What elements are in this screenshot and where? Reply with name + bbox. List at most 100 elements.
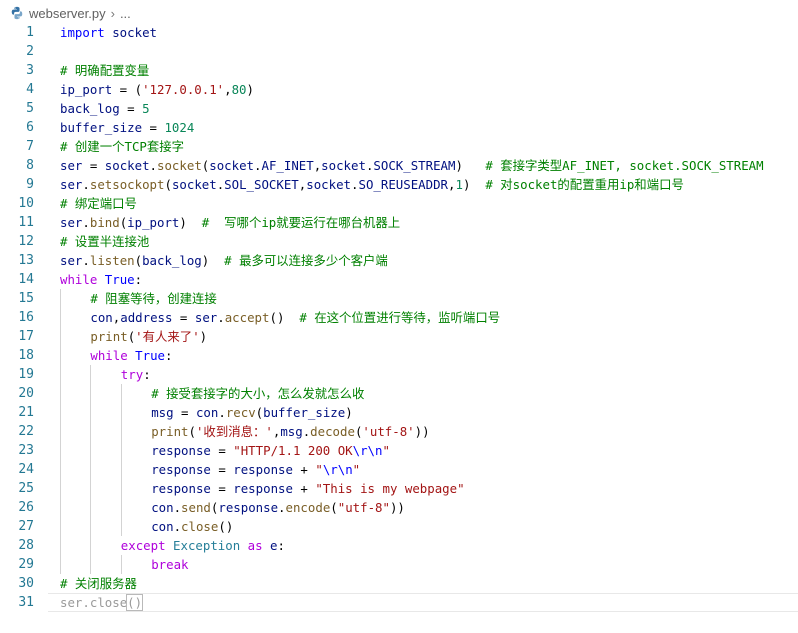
code-token: = [173, 405, 196, 420]
code-line[interactable]: 14 while True: [0, 270, 798, 289]
line-number: 25 [18, 481, 34, 496]
code-token: socket [104, 25, 157, 40]
indent-guide [60, 460, 61, 479]
code-token: = [142, 120, 165, 135]
code-line[interactable]: 17 print('有人来了') [0, 327, 798, 346]
breadcrumb-separator: › [110, 5, 115, 21]
breadcrumb-ellipsis[interactable]: ... [120, 6, 131, 21]
code-token: 'utf-8' [362, 424, 415, 439]
indent-guide [90, 498, 92, 517]
code-text: # 接受套接字的大小，怎么发就怎么收 [151, 384, 364, 403]
code-line[interactable]: 24 response = response + "\r\n" [0, 460, 798, 479]
code-line[interactable]: 22 print('收到消息：',msg.decode('utf-8')) [0, 422, 798, 441]
code-line[interactable]: 19 try: [0, 365, 798, 384]
code-line[interactable]: 3 # 明确配置变量 [0, 61, 798, 80]
code-text: buffer_size = 1024 [60, 118, 194, 137]
code-line[interactable]: 8 ser = socket.socket(socket.AF_INET,sock… [0, 156, 798, 175]
code-token: # 绑定端口号 [60, 196, 137, 211]
code-token: msg [280, 424, 303, 439]
line-number: 21 [18, 405, 34, 420]
code-token: accept [224, 310, 270, 325]
code-token: "utf-8" [337, 500, 390, 515]
code-line[interactable]: 9 ser.setsockopt(socket.SOL_SOCKET,socket… [0, 175, 798, 194]
code-token: print [151, 424, 189, 439]
indent-guide [60, 536, 61, 555]
line-number: 13 [18, 253, 34, 268]
indent-guide [90, 536, 92, 555]
code-text: while True: [60, 270, 142, 289]
code-token: as [247, 538, 263, 553]
code-line[interactable]: 10 # 绑定端口号 [0, 194, 798, 213]
line-number: 29 [18, 557, 34, 572]
code-text: response = response + "This is my webpag… [151, 479, 464, 498]
code-token: 1024 [164, 120, 195, 135]
line-number: 23 [18, 443, 34, 458]
code-token: response [233, 481, 293, 496]
code-line[interactable]: 6 buffer_size = 1024 [0, 118, 798, 137]
code-text: # 明确配置变量 [60, 61, 149, 80]
indent-guide [60, 555, 61, 574]
code-token: socket [104, 158, 150, 173]
code-editor[interactable]: 1 import socket 2 3 # 明确配置变量 4 ip_port = ('127… [0, 23, 798, 612]
code-token: socket [157, 158, 202, 173]
code-token: # 写哪个ip就要运行在哪台机器上 [201, 215, 401, 230]
code-line[interactable]: 25 response = response + "This is my webp… [0, 479, 798, 498]
code-line[interactable]: 15 # 阻塞等待，创建连接 [0, 289, 798, 308]
indent-guide [90, 517, 92, 536]
code-line[interactable]: 29 break [0, 555, 798, 574]
code-line[interactable]: 12 # 设置半连接池 [0, 232, 798, 251]
code-line[interactable]: 13 ser.listen(back_log) # 最多可以连接多少个客户端 [0, 251, 798, 270]
code-token: ( [164, 177, 172, 192]
code-text: print('有人来了') [90, 327, 207, 346]
code-token: socket [209, 158, 255, 173]
code-token: " [315, 462, 323, 477]
indent-guide [90, 441, 92, 460]
code-line[interactable]: 16 con,address = ser.accept() # 在这个位置进行等待… [0, 308, 798, 327]
indent-guide [90, 555, 92, 574]
code-token: '有人来了' [135, 329, 200, 344]
line-number: 10 [18, 196, 34, 211]
indent-guide [120, 422, 122, 441]
code-line[interactable]: 31 ser.close() [0, 593, 798, 612]
line-number: 30 [18, 576, 34, 591]
code-text: msg = con.recv(buffer_size) [151, 403, 352, 422]
code-token: back_log [142, 253, 202, 268]
code-line[interactable]: 18 while True: [0, 346, 798, 365]
indent-guide [90, 365, 92, 384]
code-token: : [143, 367, 151, 382]
code-token: () [126, 594, 144, 611]
breadcrumb-file[interactable]: webserver.py [29, 6, 106, 21]
code-line[interactable]: 26 con.send(response.encode("utf-8")) [0, 498, 798, 517]
code-line[interactable]: 20 # 接受套接字的大小，怎么发就怎么收 [0, 384, 798, 403]
python-file-icon [10, 6, 24, 20]
code-token: () [218, 519, 234, 534]
indent-guide [60, 479, 61, 498]
code-token: # 关闭服务器 [60, 576, 137, 591]
code-line[interactable]: 1 import socket [0, 23, 798, 42]
code-line[interactable]: 30 # 关闭服务器 [0, 574, 798, 593]
code-line[interactable]: 5 back_log = 5 [0, 99, 798, 118]
code-line[interactable]: 11 ser.bind(ip_port) # 写哪个ip就要运行在哪台机器上 [0, 213, 798, 232]
line-number: 28 [18, 538, 34, 553]
code-token: response [233, 462, 293, 477]
code-token: ser [60, 215, 83, 230]
line-number: 18 [18, 348, 34, 363]
code-token: . [278, 500, 286, 515]
code-line[interactable]: 2 [0, 42, 798, 61]
code-line[interactable]: 23 response = "HTTP/1.1 200 OK\r\n" [0, 441, 798, 460]
code-token: ( [188, 424, 196, 439]
code-text: con.send(response.encode("utf-8")) [151, 498, 405, 517]
code-token: ser [60, 253, 83, 268]
code-line[interactable]: 7 # 创建一个TCP套接字 [0, 137, 798, 156]
code-line[interactable]: 4 ip_port = ('127.0.0.1',80) [0, 80, 798, 99]
code-token: # 接受套接字的大小，怎么发就怎么收 [151, 386, 365, 401]
code-line[interactable]: 28 except Exception as e: [0, 536, 798, 555]
code-token: ( [330, 500, 338, 515]
code-line[interactable]: 27 con.close() [0, 517, 798, 536]
code-line[interactable]: 21 msg = con.recv(buffer_size) [0, 403, 798, 422]
code-token: True [104, 272, 135, 287]
code-text: back_log = 5 [60, 99, 150, 118]
indent-guide [60, 403, 61, 422]
code-token: ip_port [127, 215, 180, 230]
